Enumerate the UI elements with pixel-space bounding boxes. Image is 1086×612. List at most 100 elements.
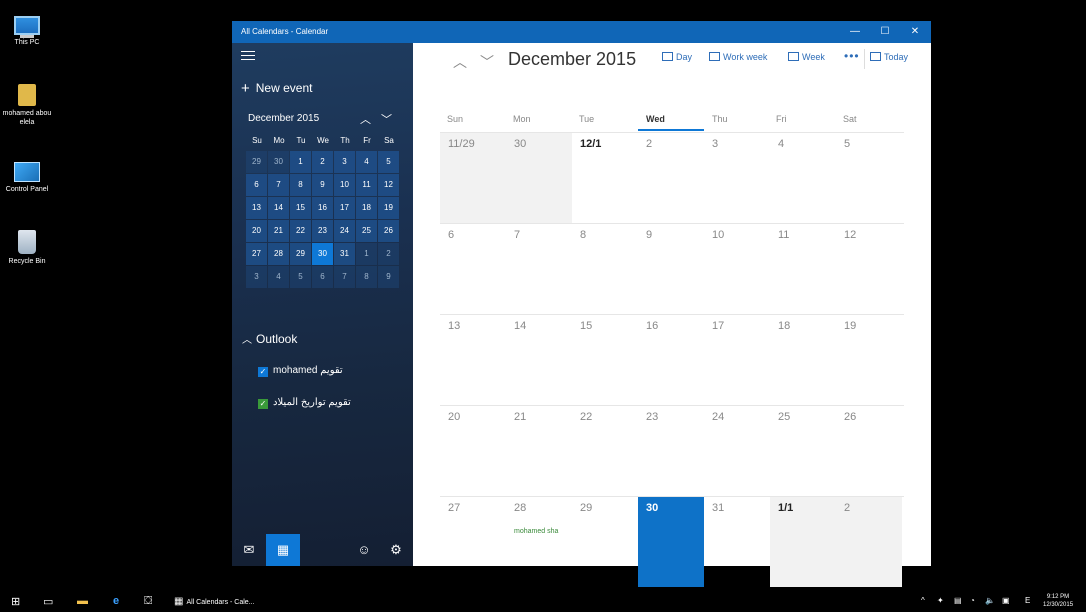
- mini-day[interactable]: 3: [246, 266, 267, 288]
- task-view-icon[interactable]: ▭: [43, 595, 53, 608]
- checkbox-checked-icon[interactable]: ✓: [258, 367, 268, 377]
- mini-day[interactable]: 20: [246, 220, 267, 242]
- mail-icon[interactable]: ✉: [232, 534, 266, 566]
- calendar-icon[interactable]: ▦: [266, 534, 300, 566]
- day-cell[interactable]: 2: [638, 133, 704, 223]
- show-hidden-icons-chevron-icon[interactable]: ^: [921, 596, 925, 605]
- mini-day[interactable]: 26: [378, 220, 399, 242]
- checkbox-checked-icon[interactable]: ✓: [258, 399, 268, 409]
- mini-day[interactable]: 13: [246, 197, 267, 219]
- mini-day[interactable]: 7: [268, 174, 289, 196]
- store-icon[interactable]: ⛋: [144, 595, 152, 608]
- day-cell[interactable]: 6: [440, 224, 506, 314]
- mini-day[interactable]: 30: [268, 151, 289, 173]
- day-cell-today[interactable]: 30: [638, 497, 704, 587]
- today-button[interactable]: Today: [870, 52, 908, 62]
- day-cell[interactable]: 24: [704, 406, 770, 496]
- mini-day[interactable]: 4: [268, 266, 289, 288]
- mini-day[interactable]: 19: [378, 197, 399, 219]
- mini-day[interactable]: 28: [268, 243, 289, 265]
- new-event-button[interactable]: + New event: [241, 80, 312, 97]
- day-cell[interactable]: 10: [704, 224, 770, 314]
- desktop-icon-control-panel[interactable]: Control Panel: [0, 158, 54, 194]
- close-button[interactable]: ✕: [900, 21, 930, 43]
- day-cell[interactable]: 16: [638, 315, 704, 405]
- mini-calendar-month[interactable]: December 2015: [248, 113, 319, 124]
- previous-month-button[interactable]: ︿: [453, 52, 467, 72]
- mini-day[interactable]: 8: [356, 266, 377, 288]
- week-view-button[interactable]: Week: [788, 52, 825, 62]
- mini-day[interactable]: 29: [290, 243, 311, 265]
- hamburger-menu-icon[interactable]: [241, 51, 255, 61]
- outlook-group-toggle[interactable]: ︿ Outlook: [242, 331, 297, 346]
- mini-day[interactable]: 27: [246, 243, 267, 265]
- mini-prev-month-button[interactable]: ︿: [360, 111, 371, 127]
- mini-day[interactable]: 6: [312, 266, 333, 288]
- mini-day[interactable]: 9: [312, 174, 333, 196]
- mini-day[interactable]: 18: [356, 197, 377, 219]
- mini-day[interactable]: 25: [356, 220, 377, 242]
- next-month-button[interactable]: ﹀: [480, 52, 494, 72]
- desktop-icon-this-pc[interactable]: This PC: [0, 12, 54, 47]
- desktop-icon-recycle-bin[interactable]: Recycle Bin: [0, 230, 54, 266]
- mini-day[interactable]: 12: [378, 174, 399, 196]
- day-cell[interactable]: 8: [572, 224, 638, 314]
- mini-day[interactable]: 2: [378, 243, 399, 265]
- day-cell[interactable]: 3: [704, 133, 770, 223]
- wifi-icon[interactable]: ◔: [970, 596, 975, 605]
- volume-icon[interactable]: 🔈: [985, 596, 995, 605]
- taskbar-calendar-app[interactable]: ▦ All Calendars - Cale...: [174, 593, 255, 611]
- mini-day[interactable]: 8: [290, 174, 311, 196]
- day-cell[interactable]: 27: [440, 497, 506, 587]
- mini-day[interactable]: 6: [246, 174, 267, 196]
- day-cell[interactable]: 9: [638, 224, 704, 314]
- input-language[interactable]: E: [1025, 596, 1030, 605]
- edge-browser-icon[interactable]: e: [113, 595, 119, 607]
- day-cell[interactable]: 13: [440, 315, 506, 405]
- day-cell[interactable]: 19: [836, 315, 902, 405]
- day-cell[interactable]: 11: [770, 224, 836, 314]
- mini-day[interactable]: 5: [290, 266, 311, 288]
- day-cell[interactable]: 2: [836, 497, 902, 587]
- day-cell[interactable]: 12/1: [572, 133, 638, 223]
- mini-day[interactable]: 15: [290, 197, 311, 219]
- day-cell[interactable]: 25: [770, 406, 836, 496]
- mini-day[interactable]: 11: [356, 174, 377, 196]
- mini-day[interactable]: 24: [334, 220, 355, 242]
- calendar-item[interactable]: ✓ mohamed تقويم: [258, 365, 343, 377]
- mini-day[interactable]: 1: [290, 151, 311, 173]
- day-cell[interactable]: 31: [704, 497, 770, 587]
- day-cell[interactable]: 14: [506, 315, 572, 405]
- day-cell[interactable]: 12: [836, 224, 902, 314]
- mini-day[interactable]: 4: [356, 151, 377, 173]
- day-cell[interactable]: 15: [572, 315, 638, 405]
- day-cell[interactable]: 5: [836, 133, 902, 223]
- minimize-button[interactable]: —: [840, 21, 870, 43]
- action-center-icon[interactable]: ▣: [1002, 596, 1010, 605]
- network-icon[interactable]: ▤: [954, 596, 962, 605]
- day-cell[interactable]: 30: [506, 133, 572, 223]
- mini-day[interactable]: 1: [356, 243, 377, 265]
- maximize-button[interactable]: ☐: [870, 21, 900, 43]
- mini-day[interactable]: 3: [334, 151, 355, 173]
- mini-day[interactable]: 22: [290, 220, 311, 242]
- mini-day-today[interactable]: 30: [312, 243, 333, 265]
- more-options-icon[interactable]: •••: [844, 49, 860, 63]
- day-cell[interactable]: 7: [506, 224, 572, 314]
- system-clock[interactable]: 9:12 PM 12/30/2015: [1043, 593, 1073, 609]
- mini-day[interactable]: 23: [312, 220, 333, 242]
- mini-day[interactable]: 14: [268, 197, 289, 219]
- mini-day[interactable]: 17: [334, 197, 355, 219]
- day-view-button[interactable]: Day: [662, 52, 692, 62]
- mini-day[interactable]: 31: [334, 243, 355, 265]
- mini-day[interactable]: 16: [312, 197, 333, 219]
- day-cell[interactable]: 22: [572, 406, 638, 496]
- mini-day[interactable]: 10: [334, 174, 355, 196]
- day-cell[interactable]: 21: [506, 406, 572, 496]
- file-explorer-icon[interactable]: ▬: [77, 595, 88, 607]
- day-cell[interactable]: 20: [440, 406, 506, 496]
- title-bar[interactable]: All Calendars - Calendar — ☐ ✕: [232, 21, 931, 43]
- day-cell[interactable]: 11/29: [440, 133, 506, 223]
- start-windows-icon[interactable]: ⊞: [11, 595, 20, 608]
- feedback-smiley-icon[interactable]: ☺: [347, 534, 381, 566]
